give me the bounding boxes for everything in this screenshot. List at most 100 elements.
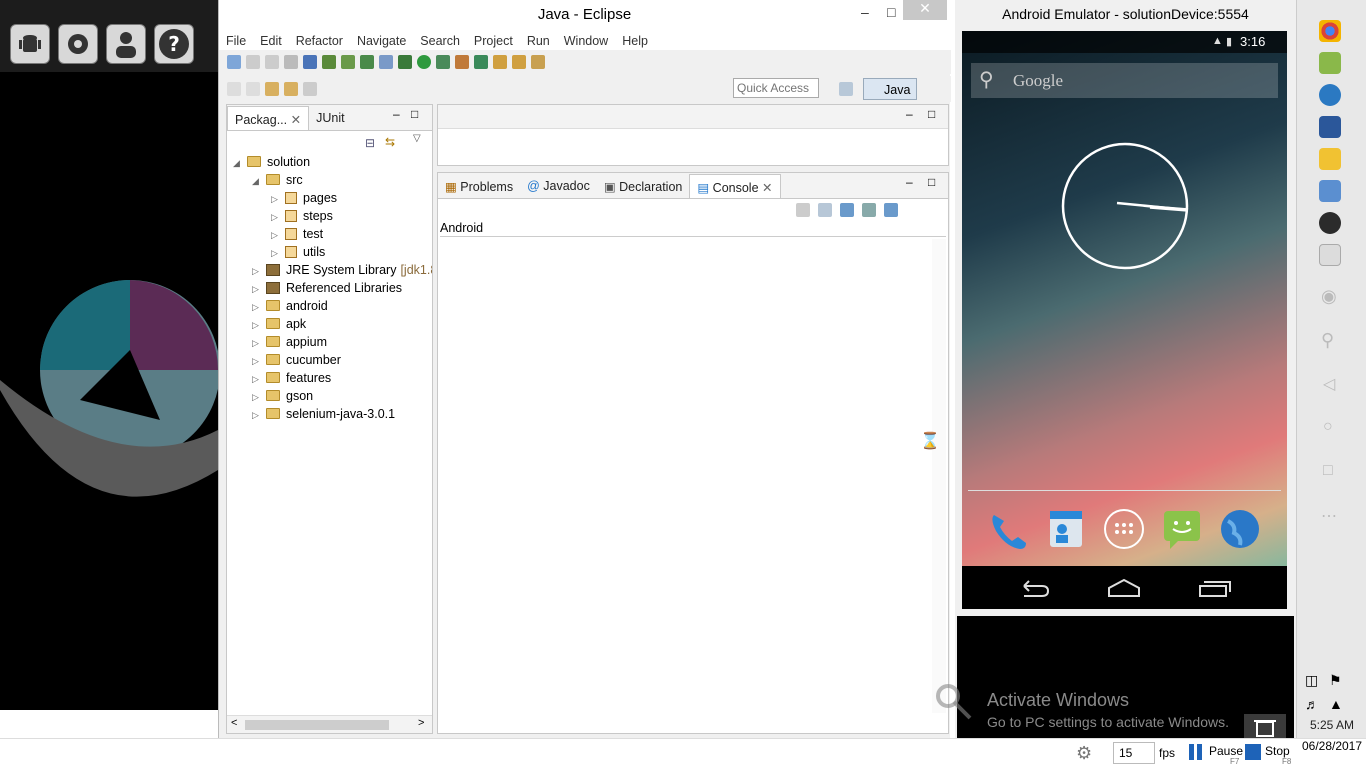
trash-icon[interactable] [1244, 714, 1286, 740]
collapsed-arrow-icon[interactable]: ▷ [252, 334, 262, 352]
home-side-icon[interactable]: ○ [1323, 418, 1333, 436]
maximize-editor-icon[interactable]: □ [928, 107, 935, 121]
minimize-view-icon[interactable]: – [393, 107, 400, 121]
chrome-icon[interactable] [1319, 20, 1341, 42]
collapsed-arrow-icon[interactable]: ▷ [252, 388, 262, 406]
expanded-arrow-icon[interactable]: ◢ [252, 172, 262, 190]
minimize-editor-icon[interactable]: – [906, 107, 913, 121]
tree-item-pages[interactable]: ▷ pages [271, 189, 337, 207]
menu-project[interactable]: Project [467, 30, 520, 48]
back-nav-icon[interactable] [284, 82, 298, 96]
collapsed-arrow-icon[interactable]: ▷ [252, 262, 262, 280]
scroll-right-icon[interactable]: > [418, 717, 424, 729]
menu-help[interactable]: Help [615, 30, 655, 48]
tree-item-apk[interactable]: ▷ apk [252, 315, 306, 333]
flag-icon[interactable]: ⚑ [1329, 672, 1342, 689]
lint-icon[interactable] [360, 55, 374, 69]
tab-declaration[interactable]: ▣ Declaration [597, 174, 690, 198]
new-java-package-icon[interactable] [455, 55, 469, 69]
open-task-icon[interactable] [512, 55, 526, 69]
debug-icon[interactable] [398, 55, 412, 69]
new-icon[interactable] [227, 55, 241, 69]
forward-nav-icon[interactable] [303, 82, 317, 96]
device-screen[interactable]: ▲ ▮ 3:16 ⚲ Google [962, 31, 1287, 609]
android-icon[interactable] [10, 24, 50, 64]
phone-icon[interactable] [986, 509, 1030, 553]
menu-run[interactable]: Run [520, 30, 557, 48]
clear-console-icon[interactable] [796, 203, 810, 217]
horizontal-scrollbar[interactable]: < > [227, 715, 432, 733]
new-java-class-icon[interactable] [474, 55, 488, 69]
gear-icon[interactable] [58, 24, 98, 64]
analog-clock-widget[interactable] [1060, 141, 1190, 271]
new-android-project-icon[interactable] [379, 55, 393, 69]
file-explorer-icon[interactable] [1319, 148, 1341, 170]
quick-access-input[interactable] [733, 78, 819, 98]
maximize-view-icon[interactable]: □ [411, 107, 418, 121]
save-all-icon[interactable] [265, 55, 279, 69]
tree-item-appium[interactable]: ▷ appium [252, 333, 327, 351]
console-output[interactable] [440, 239, 930, 713]
overview-side-icon[interactable]: □ [1323, 462, 1333, 480]
menu-edit[interactable]: Edit [253, 30, 289, 48]
word-icon[interactable] [1319, 116, 1341, 138]
avd-manager-icon[interactable] [341, 55, 355, 69]
open-console-icon[interactable] [884, 203, 898, 217]
camera-icon[interactable]: ◉ [1321, 286, 1337, 307]
tree-item-jre-system-library[interactable]: ▷ JRE System Library[jdk1.8.0 [252, 261, 432, 279]
java-perspective-button[interactable]: Java [863, 78, 917, 100]
scroll-lock-icon[interactable] [818, 203, 832, 217]
messaging-icon[interactable] [1160, 507, 1204, 551]
menu-file[interactable]: File [219, 30, 253, 48]
android-sdk-icon[interactable] [322, 55, 336, 69]
zoom-icon[interactable]: ⚲ [1321, 330, 1334, 351]
tree-item-referenced-libraries[interactable]: ▷ Referenced Libraries [252, 279, 402, 297]
tree-item-solution[interactable]: ◢ solution [233, 153, 310, 171]
collapse-all-icon[interactable]: ⊟ [365, 136, 375, 150]
minimize-console-icon[interactable]: – [906, 175, 913, 189]
more-icon[interactable]: ⋯ [1321, 506, 1337, 526]
fps-input[interactable] [1113, 742, 1155, 764]
scrollbar-thumb[interactable] [245, 720, 389, 730]
home-icon[interactable] [1107, 578, 1141, 598]
wifi-icon[interactable]: ▲ [1329, 696, 1343, 712]
tree-item-gson[interactable]: ▷ gson [252, 387, 313, 405]
run-icon[interactable] [417, 55, 431, 69]
close-button[interactable]: ✕ [903, 0, 947, 20]
volume-icon[interactable]: ♬ [1305, 696, 1319, 712]
expanded-arrow-icon[interactable]: ◢ [233, 154, 243, 172]
genymotion-icon[interactable] [1319, 84, 1341, 106]
tree-item-selenium-java-3-0-1[interactable]: ▷ selenium-java-3.0.1 [252, 405, 395, 423]
tree-item-features[interactable]: ▷ features [252, 369, 331, 387]
stop-label[interactable]: Stop [1265, 744, 1290, 758]
last-edit-icon[interactable] [265, 82, 279, 96]
close-tab-icon[interactable]: ✕ [762, 181, 772, 195]
scroll-left-icon[interactable]: < [231, 717, 237, 729]
contacts-icon[interactable] [1044, 507, 1088, 551]
open-type-icon[interactable] [493, 55, 507, 69]
pause-button[interactable] [1189, 744, 1203, 762]
tree-item-src[interactable]: ◢ src [252, 171, 303, 189]
tree-item-android[interactable]: ▷ android [252, 297, 328, 315]
search-tool-icon[interactable] [531, 55, 545, 69]
recents-icon[interactable] [1198, 578, 1232, 598]
tab-junit[interactable]: JUnit [309, 106, 351, 130]
collapsed-arrow-icon[interactable]: ▷ [271, 190, 281, 208]
stop-icon[interactable] [1245, 744, 1261, 760]
tab-javadoc[interactable]: @ Javadoc [520, 174, 597, 198]
pin-console-icon[interactable] [840, 203, 854, 217]
tree-item-test[interactable]: ▷ test [271, 225, 323, 243]
link-editor-icon[interactable]: ⇆ [385, 135, 395, 149]
help-icon[interactable]: ? [154, 24, 194, 64]
minimize-button[interactable]: – [861, 4, 869, 20]
eclipse-icon[interactable] [1319, 212, 1341, 234]
collapsed-arrow-icon[interactable]: ▷ [271, 226, 281, 244]
prev-annotation-icon[interactable] [246, 82, 260, 96]
tab-problems[interactable]: ▦ Problems [438, 174, 520, 198]
collapsed-arrow-icon[interactable]: ▷ [252, 298, 262, 316]
back-nav-side-icon[interactable]: ◁ [1323, 374, 1335, 394]
collapsed-arrow-icon[interactable]: ▷ [252, 316, 262, 334]
skip-breakpoints-icon[interactable] [303, 55, 317, 69]
tree-item-utils[interactable]: ▷ utils [271, 243, 325, 261]
tab-console[interactable]: ▤ Console ✕ [689, 174, 781, 198]
